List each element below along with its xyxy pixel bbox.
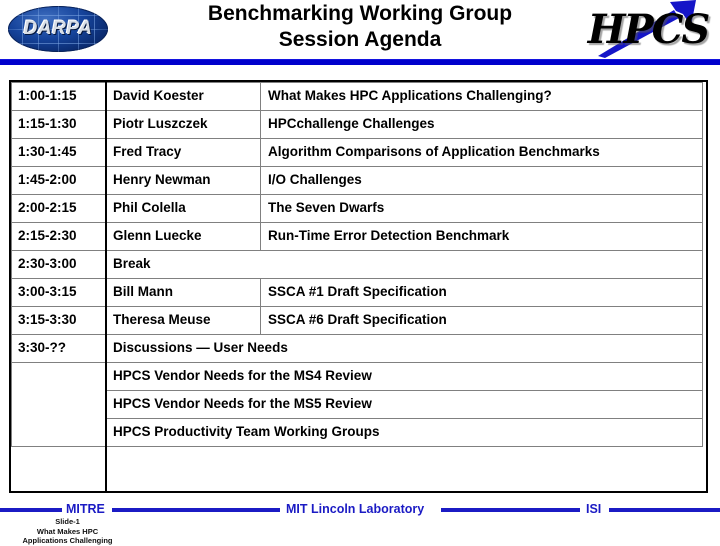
- agenda-cell-item: HPCS Productivity Team Working Groups: [105, 418, 703, 447]
- table-row: 1:45-2:00 Henry Newman I/O Challenges: [11, 166, 703, 195]
- agenda-cell-topic: SSCA #6 Draft Specification: [260, 306, 703, 335]
- agenda-cell-speaker: Phil Colella: [105, 194, 261, 223]
- footer-rule-1: [0, 508, 62, 512]
- table-row: 2:15-2:30 Glenn Luecke Run-Time Error Dete…: [11, 222, 703, 251]
- agenda-cell-time: 2:30-3:00: [11, 250, 106, 279]
- agenda-cell-time: 1:30-1:45: [11, 138, 106, 167]
- header-divider: [0, 59, 720, 65]
- agenda-table: 1:00-1:15 David Koester What Makes HPC App…: [11, 82, 703, 447]
- table-row: 1:00-1:15 David Koester What Makes HPC App…: [11, 82, 703, 111]
- agenda-cell-time: 3:30-??: [11, 334, 106, 363]
- footer-rule-3: [441, 508, 580, 512]
- agenda-cell-speaker: Piotr Luszczek: [105, 110, 261, 139]
- agenda-cell-item: Discussions — User Needs: [105, 334, 703, 363]
- agenda-cell-speaker: Theresa Meuse: [105, 306, 261, 335]
- table-row: 3:15-3:30 Theresa Meuse SSCA #6 Draft Spec…: [11, 306, 703, 335]
- agenda-cell-topic: HPCchallenge Challenges: [260, 110, 703, 139]
- agenda-table-body: 1:00-1:15 David Koester What Makes HPC App…: [11, 82, 703, 447]
- agenda-cell-time: 2:00-2:15: [11, 194, 106, 223]
- darpa-logo-text: DARPA: [23, 18, 93, 39]
- page-title-line2: Session Agenda: [278, 28, 442, 51]
- agenda-cell-time: 3:00-3:15: [11, 278, 106, 307]
- agenda-cell-speaker: David Koester: [105, 82, 261, 111]
- table-row: HPCS Vendor Needs for the MS5 Review: [12, 390, 703, 419]
- hpcs-logo-text: HPCS: [587, 6, 711, 53]
- table-row: HPCS Productivity Team Working Groups: [12, 418, 703, 447]
- footer-label-isi: ISI: [586, 502, 602, 516]
- agenda-cell-time: 2:15-2:30: [11, 222, 106, 251]
- footer-rule-4: [609, 508, 720, 512]
- agenda-cell-item: HPCS Vendor Needs for the MS4 Review: [105, 362, 703, 391]
- table-row: 3:00-3:15 Bill Mann SSCA #1 Draft Specific…: [11, 278, 703, 307]
- hpcs-logo: HPCS: [578, 0, 718, 58]
- footer-label-mitre: MITRE: [66, 502, 105, 516]
- agenda-cell-time-empty: [11, 362, 106, 447]
- agenda-cell-time: 1:00-1:15: [11, 82, 106, 111]
- table-row: 2:30-3:00 Break: [11, 250, 703, 279]
- agenda-cell-speaker: Glenn Luecke: [105, 222, 261, 251]
- agenda-cell-speaker: Bill Mann: [105, 278, 261, 307]
- table-row: 2:00-2:15 Phil Colella The Seven Dwarfs: [11, 194, 703, 223]
- slide-note-line2: Applications Challenging: [22, 536, 113, 545]
- agenda-cell-speaker: Henry Newman: [105, 166, 261, 195]
- slide-number: Slide-1: [55, 517, 80, 526]
- agenda-cell-topic: Run-Time Error Detection Benchmark: [260, 222, 703, 251]
- page-title: Benchmarking Working Group Session Agend…: [120, 1, 600, 53]
- table-row: 1:15-1:30 Piotr Luszczek HPCchallenge Chal…: [11, 110, 703, 139]
- agenda-cell-topic: The Seven Dwarfs: [260, 194, 703, 223]
- table-row: 3:30-?? Discussions — User Needs: [11, 334, 703, 363]
- footer-rule-2: [112, 508, 280, 512]
- agenda-cell-topic: What Makes HPC Applications Challenging?: [260, 82, 703, 111]
- table-row: 1:30-1:45 Fred Tracy Algorithm Comparisons…: [11, 138, 703, 167]
- agenda-cell-speaker: Fred Tracy: [105, 138, 261, 167]
- slide-note: Slide-1 What Makes HPC Applications Chal…: [0, 517, 135, 546]
- agenda-cell-topic: I/O Challenges: [260, 166, 703, 195]
- agenda-cell-topic: SSCA #1 Draft Specification: [260, 278, 703, 307]
- slide-note-line1: What Makes HPC: [36, 526, 99, 536]
- page-title-line1: Benchmarking Working Group: [207, 2, 513, 25]
- darpa-logo: DARPA: [8, 6, 108, 52]
- agenda-cell-time: 3:15-3:30: [11, 306, 106, 335]
- agenda-cell-item: HPCS Vendor Needs for the MS5 Review: [105, 390, 703, 419]
- slide-header: DARPA Benchmarking Working Group Session…: [0, 0, 720, 59]
- agenda-cell-time: 1:45-2:00: [11, 166, 106, 195]
- footer-label-mit-lincoln-laboratory: MIT Lincoln Laboratory: [286, 502, 425, 516]
- slide-footer: MITRE MIT Lincoln Laboratory ISI Slide-1…: [0, 500, 720, 546]
- agenda-cell-time: 1:15-1:30: [11, 110, 106, 139]
- table-row: HPCS Vendor Needs for the MS4 Review: [11, 362, 703, 447]
- agenda-cell-topic: Algorithm Comparisons of Application Ben…: [260, 138, 703, 167]
- agenda-cell-item: Break: [105, 250, 703, 279]
